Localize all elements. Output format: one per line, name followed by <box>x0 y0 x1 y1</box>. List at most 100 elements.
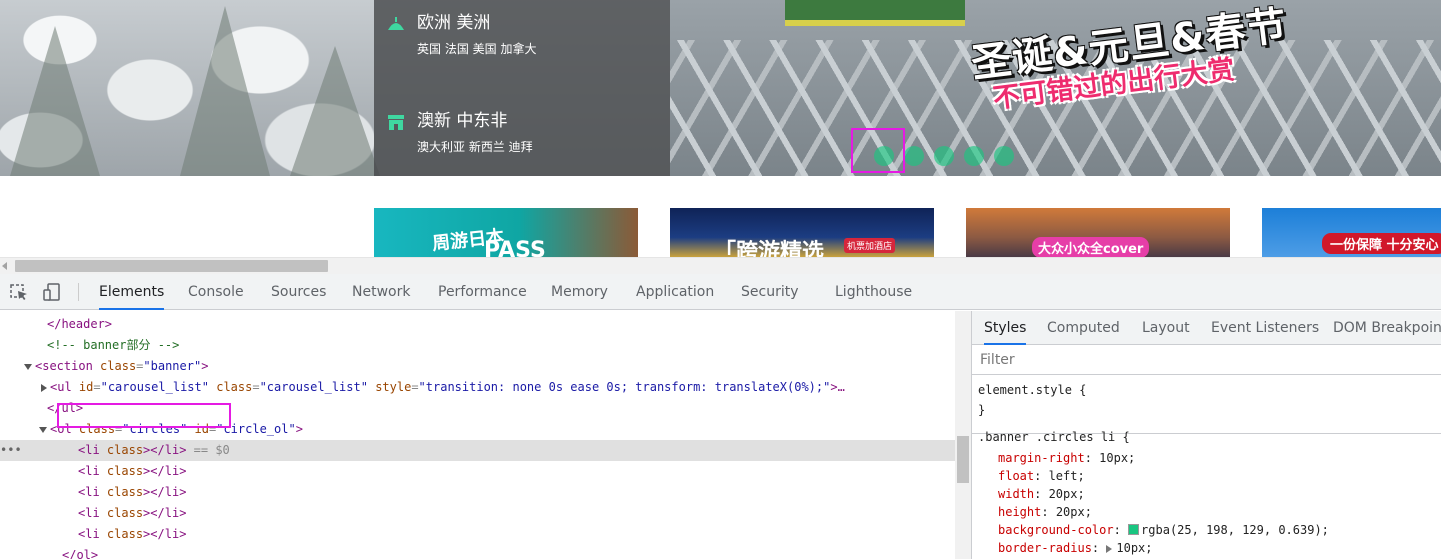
scrollbar-thumb[interactable] <box>957 436 969 483</box>
selected-node-highlight-box <box>57 403 231 428</box>
css-prop-name[interactable]: background-color <box>998 523 1114 537</box>
carousel-dot[interactable] <box>934 146 954 166</box>
dom-tag-name: li <box>164 485 180 499</box>
dom-tag-name: li <box>164 443 180 457</box>
dom-node-li[interactable]: <li class></li> <box>0 461 955 482</box>
dom-attr-name: class <box>106 527 144 541</box>
promo-thumbnail[interactable]: 大众小众全cover <box>966 208 1230 257</box>
expand-caret-icon[interactable] <box>24 363 32 370</box>
thumbnail-text: 一份保障 十分安心 <box>1322 233 1441 254</box>
device-toolbar-icon[interactable] <box>41 282 63 302</box>
css-declaration[interactable]: width: 20px; <box>998 485 1085 503</box>
more-dots-icon[interactable]: ••• <box>0 440 22 461</box>
dom-node[interactable]: </header> <box>0 314 955 335</box>
horizontal-scrollbar[interactable] <box>0 257 1441 274</box>
css-prop-value[interactable]: 20px; <box>1049 487 1085 501</box>
dom-node-li[interactable]: <li class></li> <box>0 524 955 545</box>
dom-node-li[interactable]: <li class></li> <box>0 482 955 503</box>
dom-attr-name: class <box>106 506 144 520</box>
region-menu: 欧洲 美洲 英国 法国 美国 加拿大 澳新 中东非 澳大利亚 新西兰 迪拜 <box>374 0 670 176</box>
tab-computed[interactable]: Computed <box>1047 311 1120 345</box>
promo-thumbnail[interactable]: 周游日本 PASS <box>374 208 638 257</box>
region-item-europe-america[interactable]: 欧洲 美洲 英国 法国 美国 加拿大 <box>384 13 664 74</box>
dom-attr-value: "carousel_list" <box>259 380 368 394</box>
color-swatch-icon[interactable] <box>1128 524 1140 535</box>
thumbnail-text: 「跨游精选 <box>714 240 825 257</box>
css-prop-name[interactable]: margin-right <box>998 451 1085 465</box>
css-declaration[interactable]: border-radius: 10px; <box>998 539 1153 557</box>
css-prop-name[interactable]: border-radius <box>998 541 1092 555</box>
dom-tag-name: li <box>164 464 180 478</box>
toolbar-divider <box>78 283 79 301</box>
css-declaration[interactable]: height: 20px; <box>998 503 1092 521</box>
region-subtitle[interactable]: 英国 法国 美国 加拿大 <box>417 40 536 57</box>
styles-filter-input[interactable] <box>974 349 1434 371</box>
collapse-caret-icon[interactable] <box>41 383 47 392</box>
inspect-element-icon[interactable] <box>8 282 30 302</box>
dom-tag-name: ul <box>57 380 72 394</box>
tab-styles[interactable]: Styles <box>984 311 1027 345</box>
vertical-scrollbar[interactable] <box>955 311 971 559</box>
css-declaration[interactable]: float: left; <box>998 467 1085 485</box>
building-icon <box>384 112 408 136</box>
dom-node-li[interactable]: <li class></li> <box>0 503 955 524</box>
thumbnail-subtext: PASS <box>484 238 546 257</box>
page-preview: 圣诞&元旦&春节 不可错过的出行大赏 欧洲 美洲 英国 法国 美国 加拿大 澳新… <box>0 0 1441 257</box>
tab-performance[interactable]: Performance <box>438 274 527 310</box>
dom-tag-end: >… <box>830 380 845 394</box>
scrollbar-thumb[interactable] <box>15 260 328 272</box>
css-prop-value[interactable]: 10px; <box>1116 541 1152 555</box>
tab-sources[interactable]: Sources <box>271 274 326 310</box>
tab-console[interactable]: Console <box>188 274 244 310</box>
expand-shorthand-icon[interactable] <box>1106 544 1113 553</box>
css-declaration[interactable]: background-color: rgba(25, 198, 129, 0.6… <box>998 521 1329 539</box>
css-prop-name[interactable]: float <box>998 469 1034 483</box>
css-declaration[interactable]: margin-right: 10px; <box>998 449 1135 467</box>
dom-node-ul[interactable]: <ul id="carousel_list" class="carousel_l… <box>0 377 955 398</box>
css-prop-name[interactable]: width <box>998 487 1034 501</box>
tab-network[interactable]: Network <box>352 274 410 310</box>
element-style-selector[interactable]: element.style { <box>978 381 1086 399</box>
carousel-dot[interactable] <box>964 146 984 166</box>
css-prop-value[interactable]: 20px; <box>1056 505 1092 519</box>
css-prop-value[interactable]: left; <box>1049 469 1085 483</box>
tab-security[interactable]: Security <box>741 274 799 310</box>
dom-tag-name: li <box>164 527 180 541</box>
tab-layout[interactable]: Layout <box>1142 311 1190 345</box>
banner: 圣诞&元旦&春节 不可错过的出行大赏 欧洲 美洲 英国 法国 美国 加拿大 澳新… <box>0 0 1441 176</box>
dom-comment-text: <!-- banner部分 --> <box>47 338 180 352</box>
region-subtitle[interactable]: 澳大利亚 新西兰 迪拜 <box>417 138 533 155</box>
dom-comment-node[interactable]: <!-- banner部分 --> <box>0 335 955 356</box>
tab-application[interactable]: Application <box>636 274 714 310</box>
tab-memory[interactable]: Memory <box>551 274 608 310</box>
dom-tag-text: </header> <box>47 317 113 331</box>
tower-icon <box>384 14 408 38</box>
scroll-left-arrow-icon[interactable] <box>2 262 7 270</box>
dom-attr-value: "carousel_list" <box>100 380 209 394</box>
tab-elements[interactable]: Elements <box>99 274 165 310</box>
region-title[interactable]: 澳新 中东非 <box>417 106 507 131</box>
tab-dom-breakpoints[interactable]: DOM Breakpoints <box>1333 311 1441 345</box>
styles-tabbar: Styles Computed Layout Event Listeners D… <box>972 311 1441 345</box>
dom-node-section[interactable]: <section class="banner"> <box>0 356 955 377</box>
carousel-dot[interactable] <box>904 146 924 166</box>
tab-event-listeners[interactable]: Event Listeners <box>1211 311 1319 345</box>
dom-node-li-selected[interactable]: ••• <li class></li> == $0 <box>0 440 955 461</box>
dom-node[interactable]: </ol> <box>0 545 955 559</box>
region-title[interactable]: 欧洲 美洲 <box>417 8 490 33</box>
devtools: Elements Console Sources Network Perform… <box>0 274 1441 559</box>
promo-thumbnail[interactable]: 一份保障 十分安心 <box>1262 208 1441 257</box>
region-item-oceania-mideast-africa[interactable]: 澳新 中东非 澳大利亚 新西兰 迪拜 <box>384 111 664 172</box>
dom-attr-name: id <box>78 380 94 394</box>
expand-caret-icon[interactable] <box>39 426 47 433</box>
banner-image[interactable]: 圣诞&元旦&春节 不可错过的出行大赏 <box>670 0 1441 176</box>
dom-tag-text: </ol> <box>62 548 99 559</box>
snow-forest-image <box>0 0 380 176</box>
css-prop-value[interactable]: rgba(25, 198, 129, 0.639); <box>1141 523 1329 537</box>
css-prop-value[interactable]: 10px; <box>1099 451 1135 465</box>
css-prop-name[interactable]: height <box>998 505 1041 519</box>
css-rule-selector[interactable]: .banner .circles li { <box>978 428 1130 446</box>
promo-thumbnail[interactable]: 「跨游精选 机票加酒店 <box>670 208 934 257</box>
carousel-dot[interactable] <box>994 146 1014 166</box>
tab-lighthouse[interactable]: Lighthouse <box>835 274 912 310</box>
